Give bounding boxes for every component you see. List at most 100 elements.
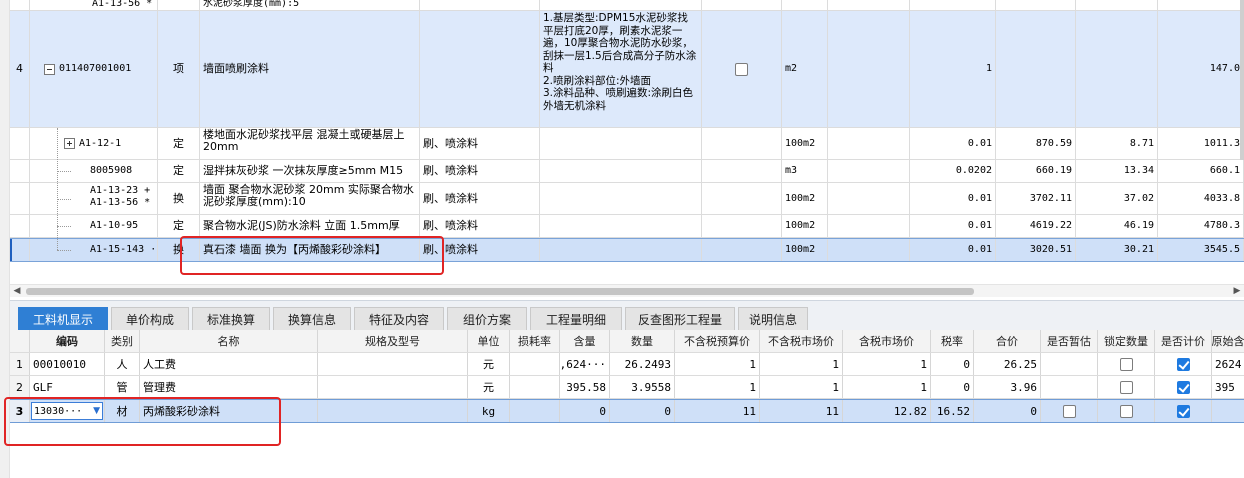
col-header[interactable]: 类别 (105, 330, 140, 352)
unit-cell[interactable]: 元 (468, 376, 510, 398)
name-cell[interactable]: 丙烯酸彩砂涂料 (140, 400, 318, 422)
table-row[interactable]: 2 GLF 管 管理费 元 395.58 3.9558 1 1 1 0 3.96… (10, 376, 1244, 399)
loss-cell[interactable] (510, 400, 560, 422)
table-row[interactable]: A1-13-56 * 水泥砂浆厚度(mm):5 (10, 0, 1244, 11)
table-row[interactable]: 4 011407001001 项 墙面喷刷涂料 1.基层类型:DPM15水泥砂浆… (10, 11, 1244, 128)
tab-quantity-detail[interactable]: 工程量明细 (530, 307, 622, 331)
market-price-tax-cell[interactable]: 1 (843, 353, 931, 375)
budget-price-cell[interactable]: 11 (675, 400, 760, 422)
priced-checkbox[interactable] (1176, 380, 1190, 394)
tab-description[interactable]: 说明信息 (738, 307, 808, 331)
content-cell[interactable]: 2,624··· (560, 353, 610, 375)
col-header[interactable]: 不含税预算价 (675, 330, 760, 352)
expand-icon[interactable] (64, 138, 75, 149)
budget-price-cell[interactable]: 1 (675, 376, 760, 398)
col-header[interactable]: 原始含 (1212, 330, 1244, 352)
tab-reverse-lookup[interactable]: 反查图形工程量 (625, 307, 735, 331)
market-price-tax-cell[interactable]: 12.82 (843, 400, 931, 422)
col-header[interactable]: 是否计价 (1155, 330, 1212, 352)
name-cell: 墙面喷刷涂料 (200, 11, 420, 127)
budget-price-cell[interactable]: 1 (675, 353, 760, 375)
quantity-cell[interactable]: 3.9558 (610, 376, 675, 398)
spec-cell[interactable] (318, 353, 468, 375)
tax-rate-cell[interactable]: 0 (931, 353, 974, 375)
col-header[interactable]: 数量 (610, 330, 675, 352)
estimate-cell[interactable] (1041, 353, 1098, 375)
loss-cell[interactable] (510, 353, 560, 375)
table-row[interactable]: A1-10-95 定 聚合物水泥(JS)防水涂料 立面 1.5mm厚 刷、喷涂料… (10, 215, 1244, 238)
code-cell: A1-13-56 * (30, 0, 158, 10)
spec-cell[interactable] (318, 400, 468, 422)
tab-unit-price[interactable]: 单价构成 (111, 307, 189, 331)
name-cell[interactable]: 管理费 (140, 376, 318, 398)
category-cell[interactable]: 管 (105, 376, 140, 398)
table-row-selected[interactable]: A1-15-143 ··· 换 真石漆 墙面 换为【丙烯酸彩砂涂料】 刷、喷涂料… (10, 238, 1244, 262)
lock-quantity-checkbox[interactable] (1119, 404, 1133, 418)
content-cell[interactable]: 0 (560, 400, 610, 422)
scrollbar-thumb[interactable] (26, 288, 974, 295)
market-price-cell[interactable]: 1 (760, 376, 843, 398)
unit-cell[interactable]: 元 (468, 353, 510, 375)
tab-features[interactable]: 特征及内容 (354, 307, 444, 331)
qty-cell: 0.01 (910, 215, 996, 237)
total-cell: 1011.3 (1158, 128, 1244, 159)
table-row[interactable]: 1 00010010 人 人工费 元 2,624··· 26.2493 1 1 … (10, 353, 1244, 376)
col-header[interactable]: 税率 (931, 330, 974, 352)
qty-cell: 0.01 (910, 183, 996, 214)
total-cell: 4033.8 (1158, 183, 1244, 214)
col-header[interactable]: 名称 (140, 330, 318, 352)
loss-cell[interactable] (510, 376, 560, 398)
col-header[interactable]: 单位 (468, 330, 510, 352)
vertical-scrollbar[interactable] (1240, 0, 1244, 160)
chevron-down-icon[interactable]: ▼ (93, 406, 100, 416)
col-header[interactable]: 损耗率 (510, 330, 560, 352)
quantity-cell[interactable]: 0 (610, 400, 675, 422)
code-cell[interactable]: A1-15-143 ··· (90, 244, 157, 256)
market-price-cell[interactable]: 11 (760, 400, 843, 422)
priced-checkbox[interactable] (1176, 357, 1190, 371)
estimate-checkbox[interactable] (1062, 404, 1076, 418)
col-header[interactable]: 不含税市场价 (760, 330, 843, 352)
col-header[interactable]: 含税市场价 (843, 330, 931, 352)
priced-checkbox[interactable] (1176, 404, 1190, 418)
code-cell[interactable]: GLF (30, 376, 105, 398)
table-row[interactable]: 8005908 定 湿拌抹灰砂浆 一次抹灰厚度≥5mm M15 刷、喷涂料 m3… (10, 160, 1244, 183)
category-cell[interactable]: 材 (105, 400, 140, 422)
unit-cell[interactable]: kg (468, 400, 510, 422)
tab-standard-conversion[interactable]: 标准换算 (192, 307, 270, 331)
col-header[interactable]: 含量 (560, 330, 610, 352)
tax-rate-cell[interactable]: 16.52 (931, 400, 974, 422)
table-row[interactable]: A1-13-23 + A1-13-56 * ··· 换 墙面 聚合物水泥砂浆 2… (10, 183, 1244, 215)
fee-cell: 13.34 (1076, 160, 1158, 182)
tax-rate-cell[interactable]: 0 (931, 376, 974, 398)
category-cell[interactable]: 人 (105, 353, 140, 375)
lock-quantity-checkbox[interactable] (1119, 357, 1133, 371)
lock-quantity-checkbox[interactable] (1119, 380, 1133, 394)
table-row[interactable]: A1-12-1 定 楼地面水泥砂浆找平层 混凝土或硬基层上 20mm 刷、喷涂料… (10, 128, 1244, 160)
content-cell[interactable]: 395.58 (560, 376, 610, 398)
market-price-cell[interactable]: 1 (760, 353, 843, 375)
table-row-selected[interactable]: 3 13030··· ▼ 材 丙烯酸彩砂涂料 kg 0 0 11 11 12.8… (10, 399, 1244, 423)
qty-cell: 0.01 (910, 128, 996, 159)
col-header[interactable]: 锁定数量 (1098, 330, 1155, 352)
quantity-cell[interactable]: 26.2493 (610, 353, 675, 375)
market-price-tax-cell[interactable]: 1 (843, 376, 931, 398)
tab-labor-material[interactable]: 工料机显示 (18, 307, 108, 331)
col-header[interactable]: 规格及型号 (318, 330, 468, 352)
price-cell: 4619.22 (996, 215, 1076, 237)
scroll-left-icon[interactable]: ◀ (10, 285, 24, 298)
tab-conversion-info[interactable]: 换算信息 (273, 307, 351, 331)
tab-pricing-scheme[interactable]: 组价方案 (447, 307, 527, 331)
code-dropdown[interactable]: 13030··· ▼ (31, 402, 103, 420)
collapse-icon[interactable] (44, 63, 55, 75)
col-header[interactable]: 编码 (30, 330, 105, 352)
checkbox[interactable] (735, 62, 748, 76)
scroll-right-icon[interactable]: ▶ (1230, 285, 1244, 298)
name-cell[interactable]: 人工费 (140, 353, 318, 375)
spec-cell[interactable] (318, 376, 468, 398)
estimate-cell[interactable] (1041, 376, 1098, 398)
col-header[interactable]: 合价 (974, 330, 1041, 352)
horizontal-scrollbar[interactable]: ◀ ▶ (10, 284, 1244, 297)
code-cell[interactable]: 00010010 (30, 353, 105, 375)
col-header[interactable]: 是否暂估 (1041, 330, 1098, 352)
